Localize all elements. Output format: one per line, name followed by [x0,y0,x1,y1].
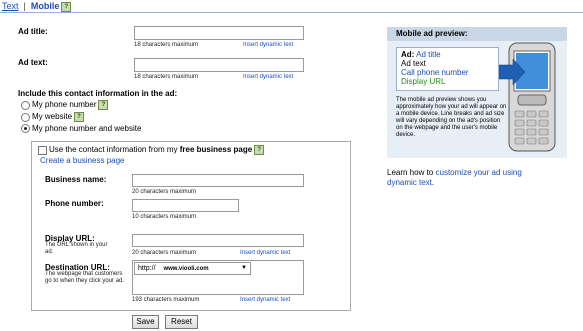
business-name-label: Business name: [45,175,107,184]
help-icon[interactable]: ? [254,145,265,155]
radio-website-label: My website [32,112,73,122]
preview-ad-label: Ad: [401,50,415,59]
contact-heading: Include this contact information in the … [18,89,178,98]
business-page-checkbox-row[interactable]: Use the contact information from my free… [38,145,265,155]
preview-ad-title: Ad title [416,50,441,59]
destination-url-hint: 193 characters maximum [132,297,200,303]
radio-button-selected[interactable] [21,124,30,134]
help-icon[interactable]: ? [61,1,72,12]
ad-title-hint: 18 characters maximum [134,42,199,48]
display-url-dynamic-link[interactable]: Insert dynamic text [240,250,290,256]
business-name-input[interactable] [132,174,304,187]
preview-description: The mobile ad preview shows you approxim… [396,97,507,138]
ad-text-hint: 18 characters maximum [134,74,199,80]
display-url-input[interactable] [132,234,304,247]
preview-ad-text: Ad text [401,59,426,68]
create-business-page-link[interactable]: Create a business page [40,156,125,165]
phone-number-hint: 10 characters maximum [132,214,197,220]
phone-number-input[interactable] [132,199,239,212]
display-url-hint: 20 characters maximum [132,250,197,256]
radio-button[interactable] [21,100,30,110]
ad-title-label: Ad title: [18,27,48,36]
tab-divider [0,12,583,13]
destination-protocol: http:// [138,265,156,272]
radio-button[interactable] [21,112,30,122]
ad-text-input[interactable] [134,58,304,72]
radio-phone-website[interactable]: My phone number and website [21,124,142,134]
destination-url-dynamic-link[interactable]: Insert dynamic text [240,297,290,303]
learn-dynamic-text: Learn how to customize your ad using dyn… [387,168,527,188]
help-icon[interactable]: ? [98,100,109,110]
destination-url-protocol-select[interactable]: http:// www.viooli.com ▼ [134,262,251,275]
business-page-checkbox[interactable] [38,145,47,155]
phone-number-label: Phone number: [45,199,104,208]
tab-mobile[interactable]: Mobile [31,1,60,11]
learn-suffix: . [431,178,435,187]
destination-url-value: www.viooli.com [163,266,209,272]
tab-text[interactable]: Text [2,1,19,11]
business-checkbox-prefix: Use the contact information from my [49,145,178,155]
business-checkbox-bold: free business page [179,145,253,155]
preview-url: Display URL [401,77,446,86]
radio-phone[interactable]: My phone number? [21,100,109,110]
mobile-phone-icon [499,42,556,152]
ad-title-input[interactable] [134,26,304,40]
mobile-ad-preview: Ad: Ad title Ad text Call phone number D… [396,47,499,91]
help-icon[interactable]: ? [74,112,85,122]
save-button[interactable]: Save [132,315,159,329]
ad-text-label: Ad text: [18,58,48,67]
tab-separator: | [23,1,26,11]
display-url-description: The URL shown in your ad. [45,242,108,255]
radio-website[interactable]: My website? [21,112,85,122]
ad-title-dynamic-link[interactable]: Insert dynamic text [243,42,293,48]
radio-phone-label: My phone number [32,100,97,110]
reset-button[interactable]: Reset [165,315,198,329]
chevron-down-icon[interactable]: ▼ [241,263,247,274]
ad-text-dynamic-link[interactable]: Insert dynamic text [243,74,293,80]
destination-url-description: The webpage that customers go to when th… [45,271,125,284]
radio-phone-website-label: My phone number and website [32,124,142,133]
mobile-preview-title: Mobile ad preview: [387,27,567,41]
learn-prefix: Learn how to [387,168,434,177]
preview-phone: Call phone number [401,68,469,77]
business-name-hint: 20 characters maximum [132,189,197,195]
tab-bar: Text | Mobile? [2,1,72,12]
